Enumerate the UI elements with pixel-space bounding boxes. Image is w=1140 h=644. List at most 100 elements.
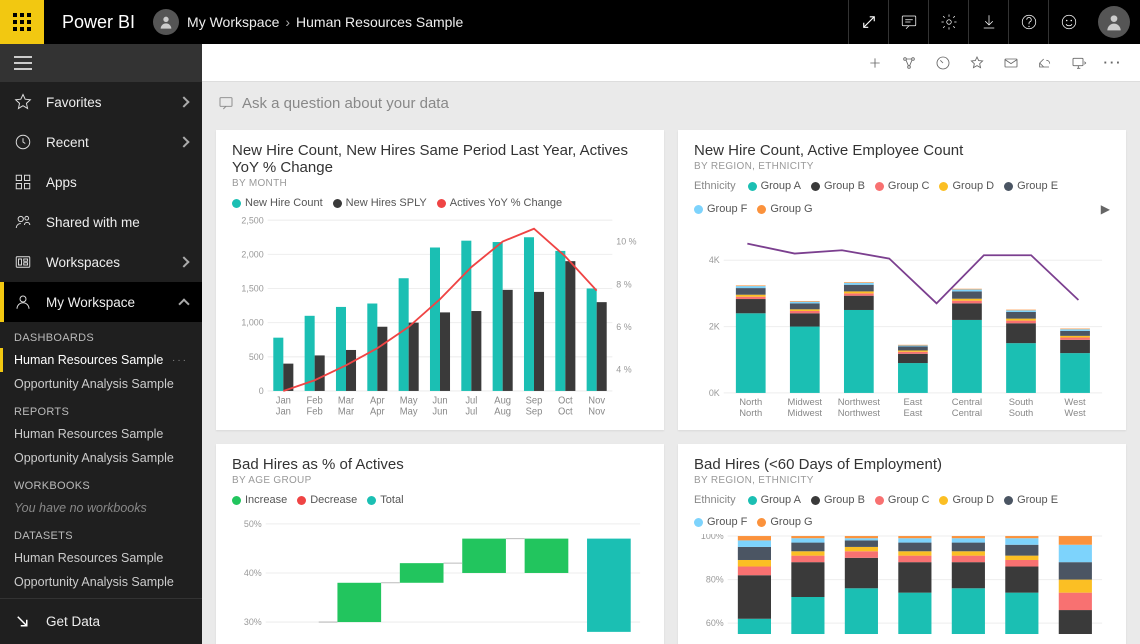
tile-new-hire-count-month[interactable]: New Hire Count, New Hires Same Period La… bbox=[216, 130, 664, 430]
mail-icon bbox=[1003, 55, 1019, 71]
svg-text:Nov: Nov bbox=[588, 407, 605, 418]
clock-icon bbox=[14, 133, 32, 151]
legend-item[interactable]: Group F bbox=[694, 203, 747, 215]
legend-item[interactable]: Group G bbox=[757, 516, 812, 528]
legend-label: Increase bbox=[245, 494, 287, 506]
app-launcher-button[interactable] bbox=[0, 0, 44, 44]
legend-item[interactable]: Group E bbox=[1004, 494, 1058, 506]
legend-label: Actives YoY % Change bbox=[450, 197, 562, 209]
svg-text:Aug: Aug bbox=[494, 407, 511, 418]
subscribe-button[interactable] bbox=[994, 44, 1028, 82]
tile-subtitle: BY MONTH bbox=[232, 178, 648, 189]
top-bar: Power BI My Workspace › Human Resources … bbox=[0, 0, 1140, 44]
svg-text:Midwest: Midwest bbox=[788, 397, 823, 408]
favorite-button[interactable] bbox=[960, 44, 994, 82]
legend-item[interactable]: Group A bbox=[748, 180, 801, 192]
related-button[interactable] bbox=[892, 44, 926, 82]
legend-item[interactable]: Total bbox=[367, 494, 403, 506]
comments-button[interactable] bbox=[888, 0, 928, 44]
legend-item[interactable]: Group E bbox=[1004, 180, 1058, 192]
legend-item[interactable]: Group C bbox=[875, 494, 930, 506]
sub-item-label: Opportunity Analysis Sample bbox=[14, 575, 174, 589]
person-icon bbox=[14, 293, 32, 311]
legend-label: New Hires SPLY bbox=[346, 197, 427, 209]
nav-shared[interactable]: Shared with me bbox=[0, 202, 202, 242]
nav-workspaces[interactable]: Workspaces bbox=[0, 242, 202, 282]
fullscreen-icon bbox=[860, 13, 878, 31]
collapse-nav-button[interactable] bbox=[0, 44, 202, 82]
legend-label: Group G bbox=[770, 516, 812, 528]
share-person-icon bbox=[14, 213, 32, 231]
nav-favorites[interactable]: Favorites bbox=[0, 82, 202, 122]
usage-button[interactable] bbox=[926, 44, 960, 82]
download-button[interactable] bbox=[968, 0, 1008, 44]
feedback-button[interactable] bbox=[1048, 0, 1088, 44]
legend-item[interactable]: Group D bbox=[939, 494, 994, 506]
nav-apps[interactable]: Apps bbox=[0, 162, 202, 202]
add-tile-button[interactable] bbox=[858, 44, 892, 82]
sub-item[interactable]: Human Resources Sample··· bbox=[0, 348, 202, 372]
svg-text:Jan: Jan bbox=[276, 407, 291, 418]
more-options-button[interactable]: ··· bbox=[1096, 44, 1130, 82]
help-button[interactable] bbox=[1008, 0, 1048, 44]
settings-button[interactable] bbox=[928, 0, 968, 44]
nav-recent[interactable]: Recent bbox=[0, 122, 202, 162]
get-data-button[interactable]: Get Data bbox=[0, 598, 202, 644]
ask-placeholder: Ask a question about your data bbox=[242, 95, 449, 112]
svg-text:South: South bbox=[1009, 397, 1034, 408]
legend-lead: Ethnicity bbox=[694, 494, 736, 506]
share-button[interactable] bbox=[1028, 44, 1062, 82]
sub-item[interactable]: Opportunity Analysis Sample bbox=[0, 372, 202, 396]
legend-item[interactable]: New Hire Count bbox=[232, 197, 323, 209]
smiley-icon bbox=[1060, 13, 1078, 31]
chevron-right-icon bbox=[178, 96, 189, 107]
svg-text:1,500: 1,500 bbox=[241, 283, 263, 293]
legend-item[interactable]: Decrease bbox=[297, 494, 357, 506]
fullscreen-button[interactable] bbox=[848, 0, 888, 44]
legend-label: Group A bbox=[761, 180, 801, 192]
svg-text:2,500: 2,500 bbox=[241, 215, 263, 225]
nav-label: Apps bbox=[46, 175, 188, 190]
ask-question-input[interactable]: Ask a question about your data bbox=[202, 82, 1140, 124]
more-icon[interactable]: ··· bbox=[172, 355, 188, 366]
legend-item[interactable]: Group C bbox=[875, 180, 930, 192]
section-header: DASHBOARDS bbox=[0, 322, 202, 348]
legend: Increase Decrease Total bbox=[232, 494, 648, 506]
person-icon bbox=[158, 14, 174, 30]
sub-item[interactable]: Opportunity Analysis Sample bbox=[0, 570, 202, 594]
waffle-icon bbox=[13, 13, 31, 31]
plus-icon bbox=[867, 55, 883, 71]
breadcrumb-workspace[interactable]: My Workspace bbox=[187, 14, 279, 30]
legend-item[interactable]: Actives YoY % Change bbox=[437, 197, 562, 209]
svg-text:40%: 40% bbox=[244, 568, 262, 578]
nav-label: Favorites bbox=[46, 95, 180, 110]
get-data-label: Get Data bbox=[46, 614, 100, 629]
nav-label: Shared with me bbox=[46, 215, 188, 230]
svg-text:South: South bbox=[1009, 408, 1034, 419]
sub-item[interactable]: Human Resources Sample bbox=[0, 422, 202, 446]
sub-item[interactable]: Opportunity Analysis Sample bbox=[0, 446, 202, 470]
legend-item[interactable]: New Hires SPLY bbox=[333, 197, 427, 209]
svg-text:West: West bbox=[1064, 408, 1086, 419]
svg-text:Sep: Sep bbox=[526, 395, 543, 406]
nav-my-workspace[interactable]: My Workspace bbox=[0, 282, 202, 322]
legend-item[interactable]: Group B bbox=[811, 494, 865, 506]
view-button[interactable] bbox=[1062, 44, 1096, 82]
legend-item[interactable]: Group B bbox=[811, 180, 865, 192]
chevron-right-icon: › bbox=[285, 14, 290, 30]
legend-swatch bbox=[811, 182, 820, 191]
sub-item[interactable]: Human Resources Sample bbox=[0, 546, 202, 570]
legend-item[interactable]: Group D bbox=[939, 180, 994, 192]
legend-item[interactable]: Increase bbox=[232, 494, 287, 506]
legend-item[interactable]: Group F bbox=[694, 516, 747, 528]
tile-bad-hires-actives[interactable]: Bad Hires as % of Actives BY AGE GROUP I… bbox=[216, 444, 664, 644]
legend-scroll-right[interactable]: ▶ bbox=[1101, 202, 1110, 216]
legend-item[interactable]: Group A bbox=[748, 494, 801, 506]
svg-text:4K: 4K bbox=[709, 255, 720, 265]
tile-new-hire-region[interactable]: New Hire Count, Active Employee Count BY… bbox=[678, 130, 1126, 430]
arrow-down-right-icon bbox=[14, 613, 32, 631]
tile-bad-hires-60days[interactable]: Bad Hires (<60 Days of Employment) BY RE… bbox=[678, 444, 1126, 644]
user-avatar[interactable] bbox=[1098, 6, 1130, 38]
legend-item[interactable]: Group G bbox=[757, 203, 812, 215]
legend-swatch bbox=[939, 182, 948, 191]
